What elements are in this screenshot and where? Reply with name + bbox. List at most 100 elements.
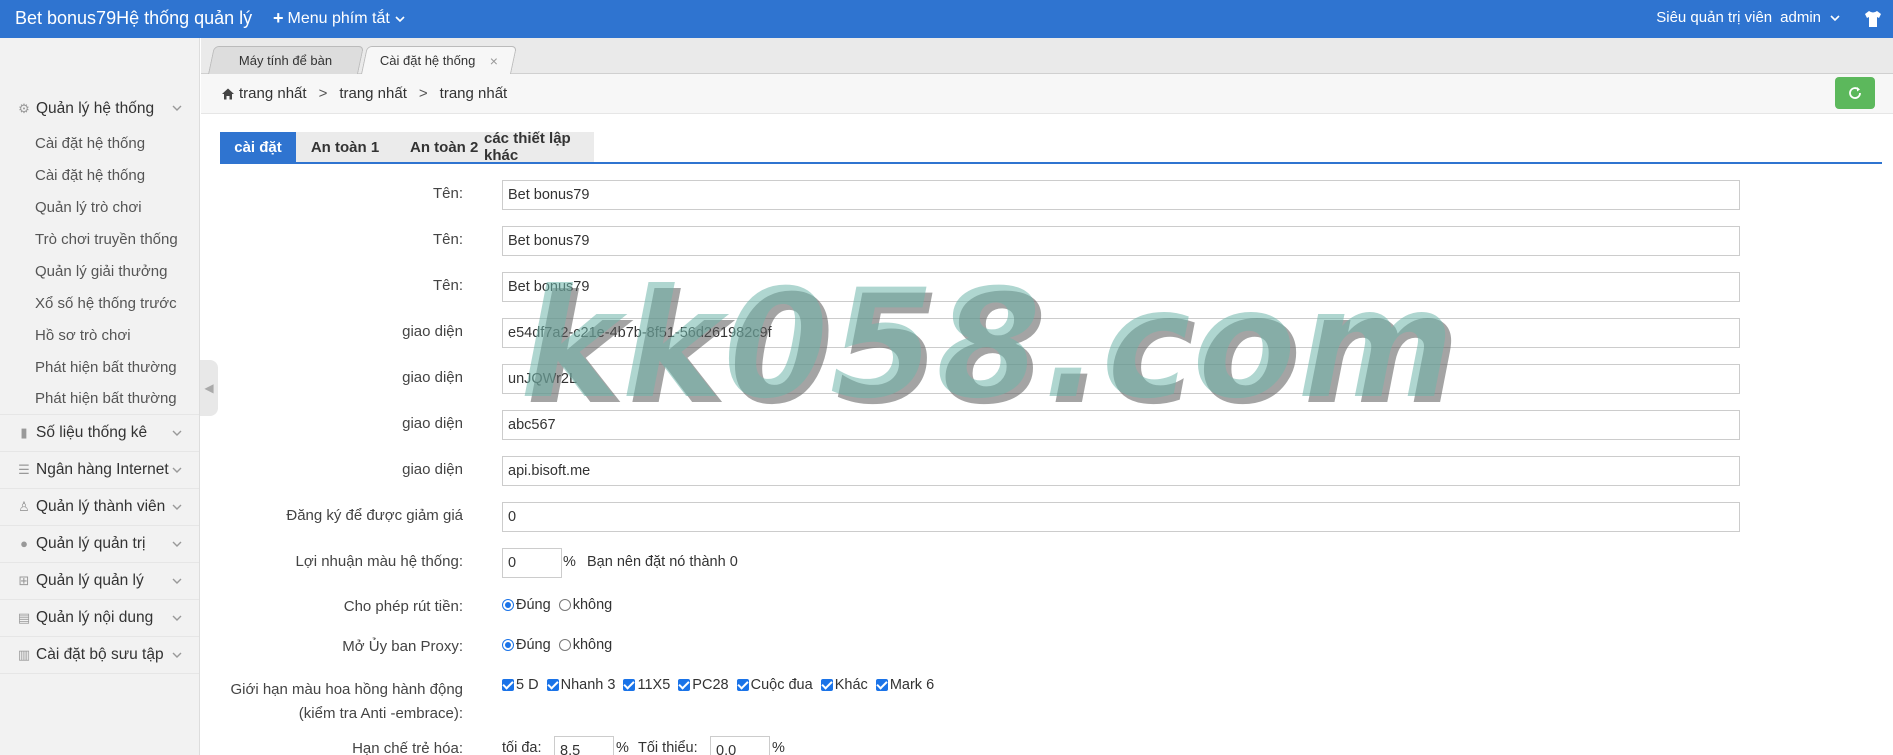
radio-no[interactable] bbox=[558, 599, 571, 611]
user-menu[interactable]: Siêu quản trị viên admin bbox=[1656, 9, 1841, 26]
refresh-button[interactable] bbox=[1835, 77, 1875, 109]
settings-tab-general[interactable]: cài đặt bbox=[220, 132, 296, 162]
checkbox-option[interactable]: Mark 6 bbox=[875, 677, 934, 693]
name-input[interactable] bbox=[502, 180, 1740, 210]
sidebar-item[interactable]: Xổ số hệ thống trước bbox=[0, 287, 199, 319]
sidebar-group-label: Quản lý nội dung bbox=[36, 609, 154, 626]
sidebar-item[interactable]: Cài đặt hệ thống bbox=[0, 127, 199, 159]
percent-unit: % bbox=[563, 554, 576, 570]
sidebar-group-managers[interactable]: ⊞ Quản lý quản lý bbox=[0, 563, 199, 600]
plus-icon: + bbox=[273, 8, 284, 28]
tab-label: Máy tính để bàn bbox=[239, 53, 333, 68]
withdraw-radio-group: Đúng không bbox=[502, 597, 616, 615]
name-input[interactable] bbox=[502, 226, 1740, 256]
sidebar: ⚙ Quản lý hệ thống Cài đặt hệ thống Cài … bbox=[0, 38, 200, 755]
sidebar-item[interactable]: Cài đặt hệ thống bbox=[0, 159, 199, 191]
sidebar-group-admins[interactable]: ● Quản lý quản trị bbox=[0, 526, 199, 563]
sidebar-item[interactable]: Quản lý trò chơi bbox=[0, 191, 199, 223]
checkbox-option[interactable]: 11X5 bbox=[623, 677, 670, 693]
user-icon: ♙ bbox=[18, 499, 30, 514]
checkbox-option[interactable]: PC28 bbox=[678, 677, 729, 693]
checkbox[interactable] bbox=[736, 679, 749, 691]
withdraw-yes-option[interactable]: Đúng bbox=[502, 597, 551, 613]
name-input[interactable] bbox=[502, 272, 1740, 302]
breadcrumb-item[interactable]: trang nhất bbox=[339, 85, 407, 102]
sidebar-group-label: Quản lý hệ thống bbox=[36, 99, 155, 117]
proxy-yes-option[interactable]: Đúng bbox=[502, 637, 551, 653]
menu-shortcut-button[interactable]: + Menu phím tắt bbox=[273, 8, 406, 29]
interface-input[interactable] bbox=[502, 364, 1740, 394]
min-label: Tối thiểu: bbox=[638, 740, 698, 755]
checkbox[interactable] bbox=[502, 679, 514, 691]
sidebar-item[interactable]: Trò chơi truyền thống bbox=[0, 223, 199, 255]
theme-shirt-icon[interactable] bbox=[1863, 10, 1883, 28]
sidebar-group-system[interactable]: ⚙ Quản lý hệ thống bbox=[0, 90, 199, 127]
proxy-no-option[interactable]: không bbox=[558, 637, 612, 653]
list-icon: ☰ bbox=[18, 462, 30, 477]
checkbox-option[interactable]: Nhanh 3 bbox=[546, 677, 615, 693]
checkbox-label: Khác bbox=[834, 677, 868, 693]
field-label: giao diện bbox=[402, 461, 463, 478]
sidebar-collapse-handle[interactable]: ◀ bbox=[200, 360, 218, 416]
sidebar-group-members[interactable]: ♙ Quản lý thành viên bbox=[0, 489, 199, 526]
max-input[interactable] bbox=[554, 736, 614, 755]
profit-input[interactable] bbox=[502, 548, 562, 578]
radio-no[interactable] bbox=[558, 639, 571, 651]
radio-yes[interactable] bbox=[502, 639, 514, 651]
checkbox[interactable] bbox=[546, 679, 559, 691]
checkbox-option[interactable]: Cuộc đua bbox=[736, 677, 813, 693]
checkbox[interactable] bbox=[678, 679, 691, 691]
field-label: giao diện bbox=[402, 323, 463, 340]
sidebar-group-label: Cài đặt bộ sưu tập bbox=[36, 646, 164, 663]
chart-icon: ▮ bbox=[20, 425, 28, 440]
content-icon: ▤ bbox=[17, 610, 31, 625]
chevron-down-icon bbox=[395, 15, 405, 22]
withdraw-no-option[interactable]: không bbox=[558, 597, 613, 613]
interface-input[interactable] bbox=[502, 410, 1740, 440]
checkbox-label: 5 D bbox=[516, 677, 539, 693]
field-label: Tên: bbox=[432, 185, 463, 202]
sidebar-group-collection[interactable]: ▥ Cài đặt bộ sưu tập bbox=[0, 637, 199, 674]
checkbox-label: PC28 bbox=[692, 677, 729, 693]
role-label: Siêu quản trị viên bbox=[1656, 9, 1773, 26]
sidebar-group-internet-banking[interactable]: ☰ Ngân hàng Internet bbox=[0, 452, 199, 489]
chevron-down-icon bbox=[172, 504, 182, 510]
sidebar-group-label: Quản lý quản lý bbox=[36, 572, 144, 589]
interface-input[interactable] bbox=[502, 318, 1740, 348]
sidebar-group-content[interactable]: ▤ Quản lý nội dung bbox=[0, 600, 199, 637]
settings-tab-other[interactable]: các thiết lập khác bbox=[484, 130, 594, 164]
sidebar-item[interactable]: Quản lý giải thưởng bbox=[0, 255, 199, 287]
sidebar-item[interactable]: Phát hiện bất thường bbox=[0, 383, 199, 415]
checkbox-option[interactable]: Khác bbox=[820, 677, 868, 693]
checkbox[interactable] bbox=[875, 679, 888, 691]
max-label: tối đa: bbox=[502, 740, 542, 755]
settings-tab-security-1[interactable]: An toàn 1 bbox=[296, 132, 394, 162]
breadcrumb-item[interactable]: trang nhất bbox=[239, 85, 307, 102]
gear-icon: ⚙ bbox=[18, 100, 30, 116]
radio-yes[interactable] bbox=[502, 599, 514, 611]
tab-desktop[interactable]: Máy tính để bàn bbox=[208, 46, 364, 74]
chevron-down-icon bbox=[172, 578, 182, 584]
min-input[interactable] bbox=[710, 736, 770, 755]
field-label: giao diện bbox=[402, 369, 463, 386]
discount-input[interactable] bbox=[502, 502, 1740, 532]
checkbox[interactable] bbox=[820, 679, 833, 691]
home-icon[interactable] bbox=[221, 87, 235, 101]
proxy-radio-group: Đúng không bbox=[502, 637, 616, 655]
checkbox[interactable] bbox=[623, 679, 636, 691]
admin-icon: ● bbox=[20, 536, 28, 551]
close-icon[interactable]: × bbox=[490, 53, 498, 69]
radio-label: không bbox=[572, 597, 613, 613]
settings-tab-security-2[interactable]: An toàn 2 bbox=[394, 132, 484, 162]
interface-input[interactable] bbox=[502, 456, 1740, 486]
sidebar-item[interactable]: Hồ sơ trò chơi bbox=[0, 319, 199, 351]
field-label: Đăng ký để được giảm giá bbox=[286, 507, 463, 524]
sidebar-item[interactable]: Phát hiện bất thường bbox=[0, 351, 199, 383]
brand-title[interactable]: Bet bonus79Hệ thống quản lý bbox=[15, 8, 252, 29]
tab-system-settings[interactable]: Cài đặt hệ thống × bbox=[361, 46, 517, 74]
chevron-left-icon: ◀ bbox=[204, 381, 214, 395]
checkbox-label: 11X5 bbox=[637, 677, 671, 693]
sidebar-group-statistics[interactable]: ▮ Số liệu thống kê bbox=[0, 415, 199, 452]
checkbox-option[interactable]: 5 D bbox=[502, 677, 539, 693]
field-label: giao diện bbox=[402, 415, 463, 432]
